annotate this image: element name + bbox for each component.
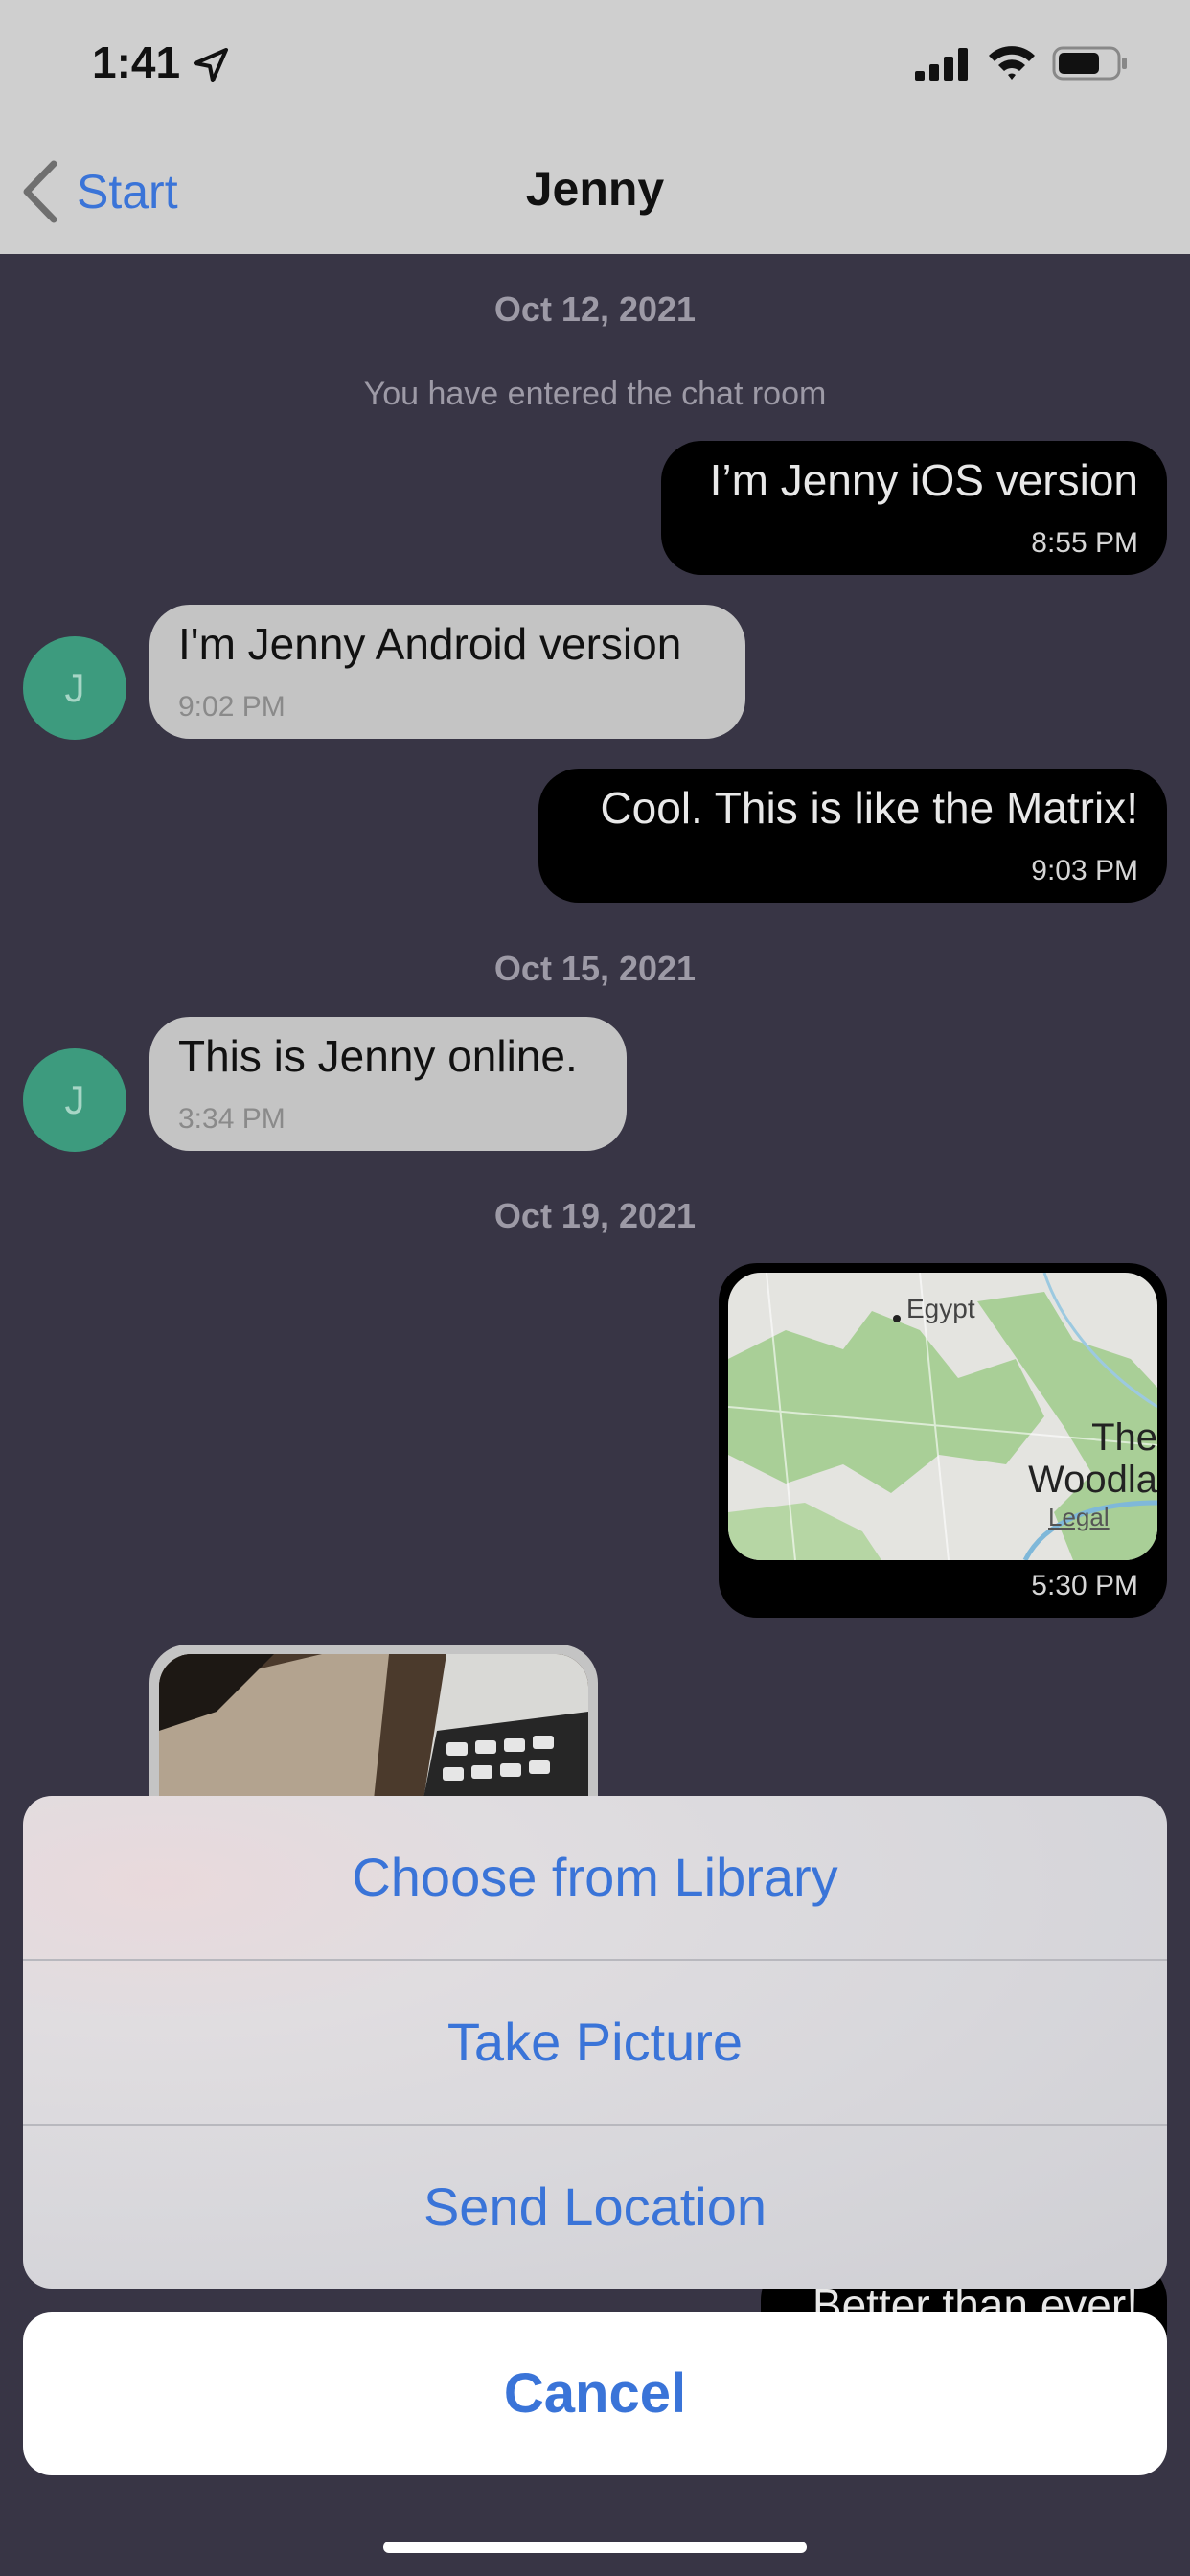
cancel-button[interactable]: Cancel bbox=[23, 2312, 1167, 2475]
avatar[interactable]: J bbox=[23, 1048, 126, 1152]
home-indicator[interactable] bbox=[383, 2542, 807, 2553]
send-location-button[interactable]: Send Location bbox=[23, 2126, 1167, 2288]
message-text: This is Jenny online. bbox=[178, 1031, 578, 1081]
map-label: Egypt bbox=[906, 1294, 975, 1323]
map-label-line: Woodla bbox=[1028, 1459, 1157, 1501]
wifi-icon bbox=[989, 46, 1035, 80]
message-time: 5:30 PM bbox=[1031, 1570, 1138, 1601]
map-label: The Woodla bbox=[1028, 1416, 1157, 1501]
battery-icon bbox=[1052, 46, 1127, 80]
cellular-signal-icon bbox=[915, 48, 968, 80]
message-text: I'm Jenny Android version bbox=[178, 619, 682, 669]
page-title: Jenny bbox=[525, 162, 665, 216]
map-label-line: The bbox=[1091, 1416, 1157, 1459]
message-time: 8:55 PM bbox=[1031, 527, 1138, 559]
status-time: 1:41 bbox=[92, 37, 181, 87]
message-time: 9:02 PM bbox=[178, 691, 286, 723]
date-separator: Oct 12, 2021 bbox=[493, 289, 697, 329]
take-picture-button[interactable]: Take Picture bbox=[23, 1961, 1167, 2124]
map-legal-link[interactable]: Legal bbox=[1048, 1503, 1110, 1532]
avatar[interactable]: J bbox=[23, 636, 126, 740]
message-bubble-outgoing[interactable]: I’m Jenny iOS version 8:55 PM bbox=[661, 441, 1167, 575]
message-text: Cool. This is like the Matrix! bbox=[600, 783, 1138, 833]
date-separator: Oct 15, 2021 bbox=[493, 949, 697, 988]
map-message-bubble[interactable]: Egypt The Woodla Legal 5:30 PM bbox=[719, 1263, 1167, 1618]
location-arrow-icon bbox=[194, 48, 228, 82]
action-sheet: Choose from Library Take Picture Send Lo… bbox=[23, 1796, 1167, 2288]
message-bubble-incoming[interactable]: I'm Jenny Android version 9:02 PM bbox=[149, 605, 745, 739]
message-time: 9:03 PM bbox=[1031, 855, 1138, 886]
choose-from-library-button[interactable]: Choose from Library bbox=[23, 1796, 1167, 1959]
date-separator: Oct 19, 2021 bbox=[493, 1196, 697, 1235]
message-text: I’m Jenny iOS version bbox=[709, 455, 1138, 505]
message-bubble-outgoing[interactable]: Cool. This is like the Matrix! 9:03 PM bbox=[538, 769, 1167, 903]
message-time: 3:34 PM bbox=[178, 1103, 286, 1135]
message-bubble-incoming[interactable]: This is Jenny online. 3:34 PM bbox=[149, 1017, 627, 1151]
map-thumbnail[interactable]: Egypt The Woodla Legal bbox=[728, 1273, 1157, 1560]
system-message: You have entered the chat room bbox=[363, 376, 827, 412]
